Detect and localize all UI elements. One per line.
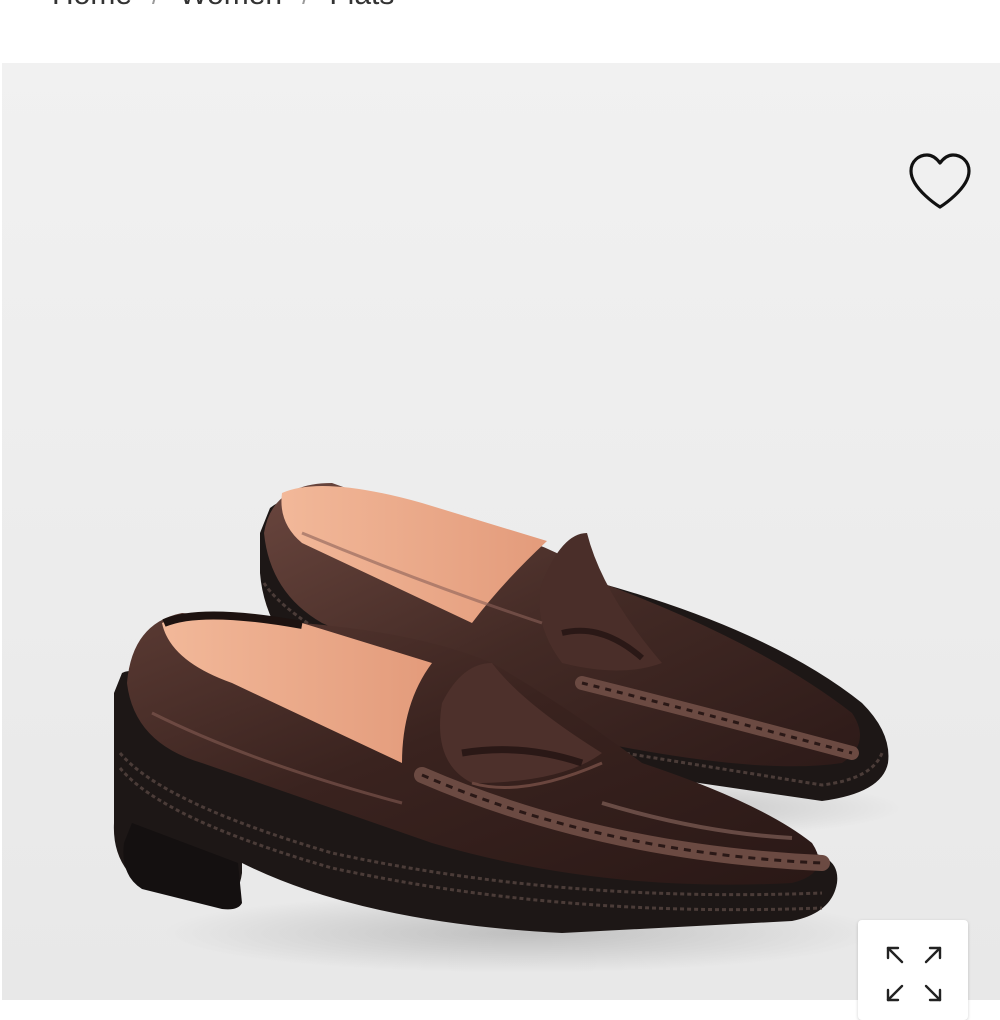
expand-arrows-icon — [886, 946, 942, 1002]
breadcrumb-item-flats[interactable]: Flats — [329, 0, 394, 12]
zoom-button[interactable] — [858, 920, 968, 1020]
breadcrumb-item-home[interactable]: Home — [52, 0, 132, 12]
breadcrumb-separator: / — [152, 0, 159, 11]
product-image-gallery — [2, 63, 1000, 1000]
breadcrumb: Home / Women / Flats — [52, 0, 394, 12]
wishlist-button[interactable] — [906, 151, 974, 213]
breadcrumb-item-women[interactable]: Women — [179, 0, 282, 12]
heart-outline-icon — [909, 153, 971, 209]
product-image[interactable] — [2, 63, 1000, 1000]
breadcrumb-separator: / — [302, 0, 309, 11]
